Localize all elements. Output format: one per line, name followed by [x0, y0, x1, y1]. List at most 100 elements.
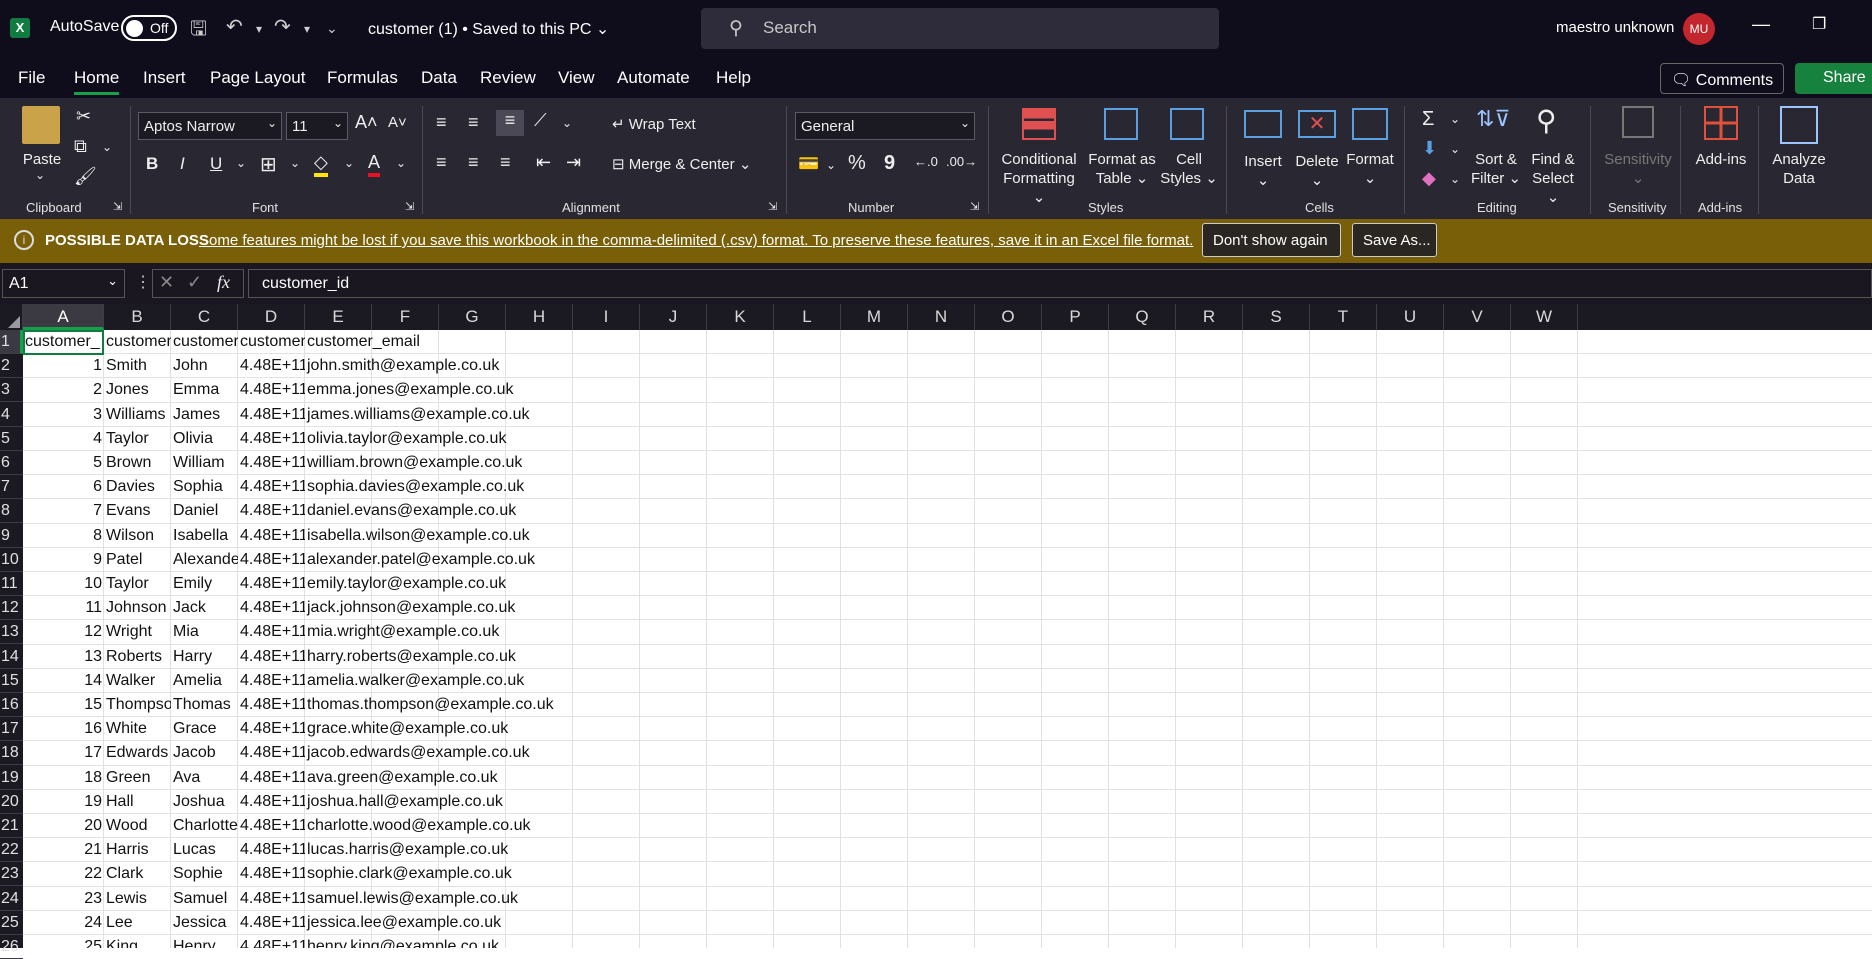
- column-header-o[interactable]: O: [975, 304, 1042, 330]
- cell-b6[interactable]: Brown: [104, 451, 171, 475]
- tab-home[interactable]: Home: [74, 68, 120, 95]
- row-header[interactable]: 26: [0, 935, 23, 959]
- cell-e7[interactable]: sophia.davies@example.co.uk: [305, 475, 605, 499]
- row-header[interactable]: 24: [0, 887, 23, 911]
- align-right-icon[interactable]: ≡: [500, 152, 511, 173]
- column-header-k[interactable]: K: [707, 304, 774, 330]
- column-header-r[interactable]: R: [1176, 304, 1243, 330]
- tab-review[interactable]: Review: [480, 68, 536, 88]
- cell-a18[interactable]: 17: [23, 741, 104, 765]
- cell-e22[interactable]: lucas.harris@example.co.uk: [305, 838, 605, 862]
- row-header[interactable]: 17: [0, 717, 23, 742]
- cell-d24[interactable]: 4.48E+11: [238, 887, 305, 911]
- cell-b1[interactable]: customer_: [104, 330, 171, 354]
- cell-d5[interactable]: 4.48E+11: [238, 427, 305, 451]
- cell-d15[interactable]: 4.48E+11: [238, 669, 305, 693]
- column-header-q[interactable]: Q: [1109, 304, 1176, 330]
- paste-icon[interactable]: [22, 106, 60, 144]
- analyze-data-button[interactable]: Analyze Data: [1766, 150, 1832, 188]
- cell-a8[interactable]: 7: [23, 499, 104, 523]
- column-header-l[interactable]: L: [774, 304, 841, 330]
- cell-a9[interactable]: 8: [23, 524, 104, 548]
- cell-b8[interactable]: Evans: [104, 499, 171, 523]
- cell-e18[interactable]: jacob.edwards@example.co.uk: [305, 741, 605, 765]
- row-header[interactable]: 18: [0, 741, 23, 766]
- cell-c25[interactable]: Jessica: [171, 911, 238, 935]
- row-header[interactable]: 9: [0, 524, 23, 548]
- cell-c1[interactable]: customer_: [171, 330, 238, 354]
- cell-e10[interactable]: alexander.patel@example.co.uk: [305, 548, 605, 572]
- cell-e25[interactable]: jessica.lee@example.co.uk: [305, 911, 605, 935]
- delete-button[interactable]: Delete ⌄: [1292, 152, 1342, 190]
- column-header-w[interactable]: W: [1511, 304, 1578, 330]
- cell-e4[interactable]: james.williams@example.co.uk: [305, 403, 605, 427]
- cell-d2[interactable]: 4.48E+11: [238, 354, 305, 378]
- format-as-table-button[interactable]: Format as Table ⌄: [1086, 150, 1158, 188]
- cell-a12[interactable]: 11: [23, 596, 104, 620]
- align-center-icon[interactable]: ≡: [468, 152, 479, 173]
- row-header[interactable]: 12: [0, 596, 23, 621]
- row-header[interactable]: 1: [0, 330, 23, 354]
- enter-icon[interactable]: ✓: [187, 272, 202, 293]
- restore-icon[interactable]: ❐: [1812, 14, 1826, 34]
- cell-b2[interactable]: Smith: [104, 354, 171, 378]
- cell-b3[interactable]: Jones: [104, 378, 171, 402]
- cell-a23[interactable]: 22: [23, 862, 104, 886]
- cell-a19[interactable]: 18: [23, 766, 104, 790]
- row-header[interactable]: 10: [0, 548, 23, 572]
- cell-c4[interactable]: James: [171, 403, 238, 427]
- column-header-i[interactable]: I: [573, 304, 640, 330]
- column-header-u[interactable]: U: [1377, 304, 1444, 330]
- cell-b15[interactable]: Walker: [104, 669, 171, 693]
- fill-icon[interactable]: ⬇: [1422, 138, 1437, 159]
- bold-icon[interactable]: B: [146, 154, 158, 174]
- tab-file[interactable]: File: [18, 68, 45, 88]
- cell-e16[interactable]: thomas.thompson@example.co.uk: [305, 693, 605, 717]
- column-header-s[interactable]: S: [1243, 304, 1310, 330]
- sensitivity-button[interactable]: Sensitivity ⌄: [1600, 150, 1676, 188]
- borders-icon[interactable]: ⊞: [260, 152, 277, 177]
- save-as-button[interactable]: Save As...: [1352, 223, 1437, 257]
- dont-show-again-button[interactable]: Don't show again: [1202, 223, 1341, 257]
- row-header[interactable]: 23: [0, 862, 23, 887]
- cell-d3[interactable]: 4.48E+11: [238, 378, 305, 402]
- cell-b20[interactable]: Hall: [104, 790, 171, 814]
- cell-e3[interactable]: emma.jones@example.co.uk: [305, 378, 605, 402]
- cell-e9[interactable]: isabella.wilson@example.co.uk: [305, 524, 605, 548]
- cell-c17[interactable]: Grace: [171, 717, 238, 741]
- cell-c12[interactable]: Jack: [171, 596, 238, 620]
- cell-a14[interactable]: 13: [23, 645, 104, 669]
- cell-c7[interactable]: Sophia: [171, 475, 238, 499]
- cell-a6[interactable]: 5: [23, 451, 104, 475]
- autosave-toggle[interactable]: Off: [121, 15, 177, 41]
- cell-d1[interactable]: customer_: [238, 330, 305, 354]
- row-header[interactable]: 20: [0, 790, 23, 814]
- cell-c16[interactable]: Thomas: [171, 693, 238, 717]
- font-color-icon[interactable]: A: [368, 152, 381, 177]
- cell-a25[interactable]: 24: [23, 911, 104, 935]
- redo-dropdown-icon[interactable]: ▾: [304, 22, 310, 36]
- cell-a21[interactable]: 20: [23, 814, 104, 838]
- cell-a2[interactable]: 1: [23, 354, 104, 378]
- cell-d23[interactable]: 4.48E+11: [238, 862, 305, 886]
- cell-b18[interactable]: Edwards: [104, 741, 171, 765]
- row-header[interactable]: 11: [0, 572, 23, 596]
- cell-e24[interactable]: samuel.lewis@example.co.uk: [305, 887, 605, 911]
- cell-a24[interactable]: 23: [23, 887, 104, 911]
- clipboard-launcher-icon[interactable]: ⇲: [113, 200, 122, 213]
- bottom-align-icon[interactable]: ≡: [496, 110, 524, 136]
- column-header-n[interactable]: N: [908, 304, 975, 330]
- cell-d21[interactable]: 4.48E+11: [238, 814, 305, 838]
- column-header-p[interactable]: P: [1042, 304, 1109, 330]
- fill-color-icon[interactable]: ◇: [314, 152, 328, 177]
- cell-c6[interactable]: William: [171, 451, 238, 475]
- insert-function-icon[interactable]: fx: [217, 272, 230, 293]
- cell-d14[interactable]: 4.48E+11: [238, 645, 305, 669]
- number-launcher-icon[interactable]: ⇲: [970, 200, 979, 213]
- column-header-d[interactable]: D: [238, 304, 305, 330]
- share-button[interactable]: Share: [1795, 63, 1872, 94]
- cell-d17[interactable]: 4.48E+11: [238, 717, 305, 741]
- tab-view[interactable]: View: [558, 68, 595, 88]
- cell-a17[interactable]: 16: [23, 717, 104, 741]
- cell-d6[interactable]: 4.48E+11: [238, 451, 305, 475]
